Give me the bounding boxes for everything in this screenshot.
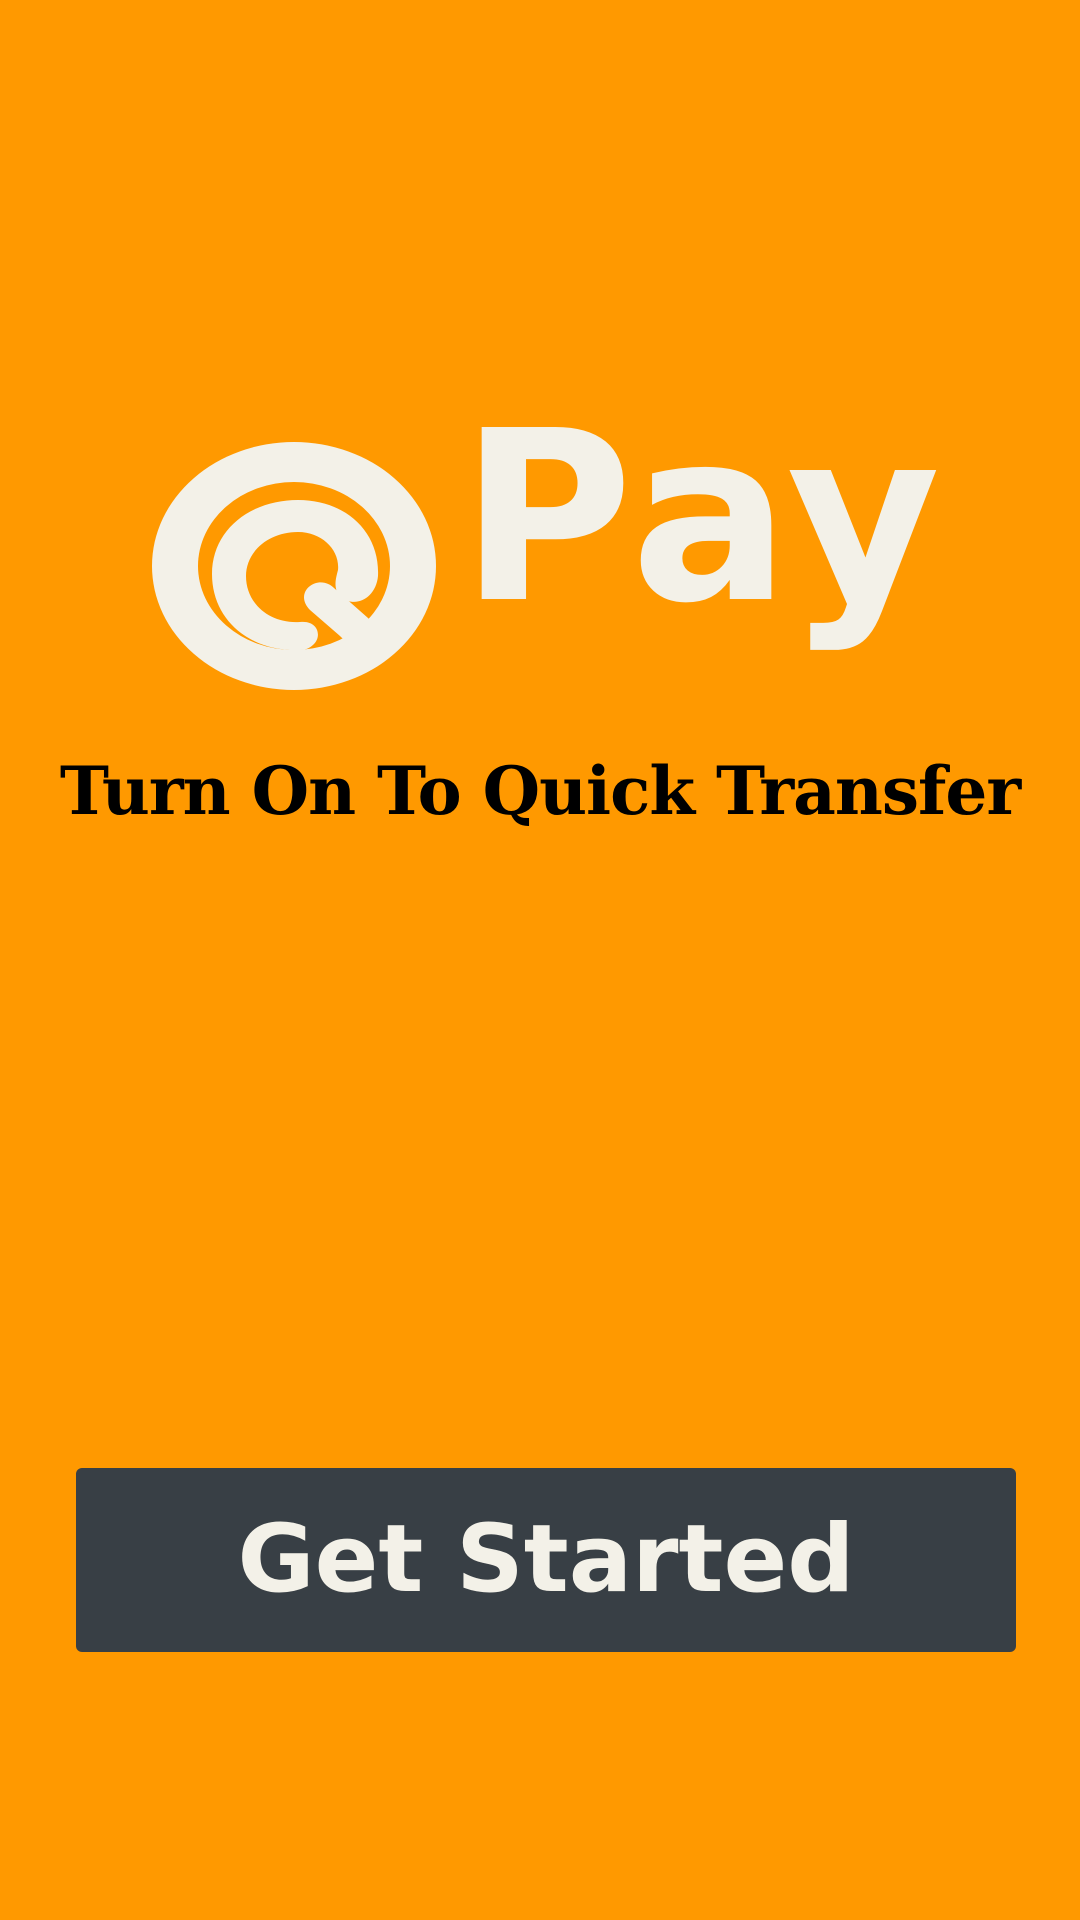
q-logo-icon xyxy=(152,442,436,690)
brand-name: Pay xyxy=(460,380,945,655)
tagline: Turn On To Quick Transfer xyxy=(59,752,1021,830)
get-started-button[interactable]: Get Started xyxy=(76,1468,1016,1652)
app-logo: Pay xyxy=(150,400,940,700)
welcome-screen: Pay Turn On To Quick Transfer Get Starte… xyxy=(0,0,1080,1920)
